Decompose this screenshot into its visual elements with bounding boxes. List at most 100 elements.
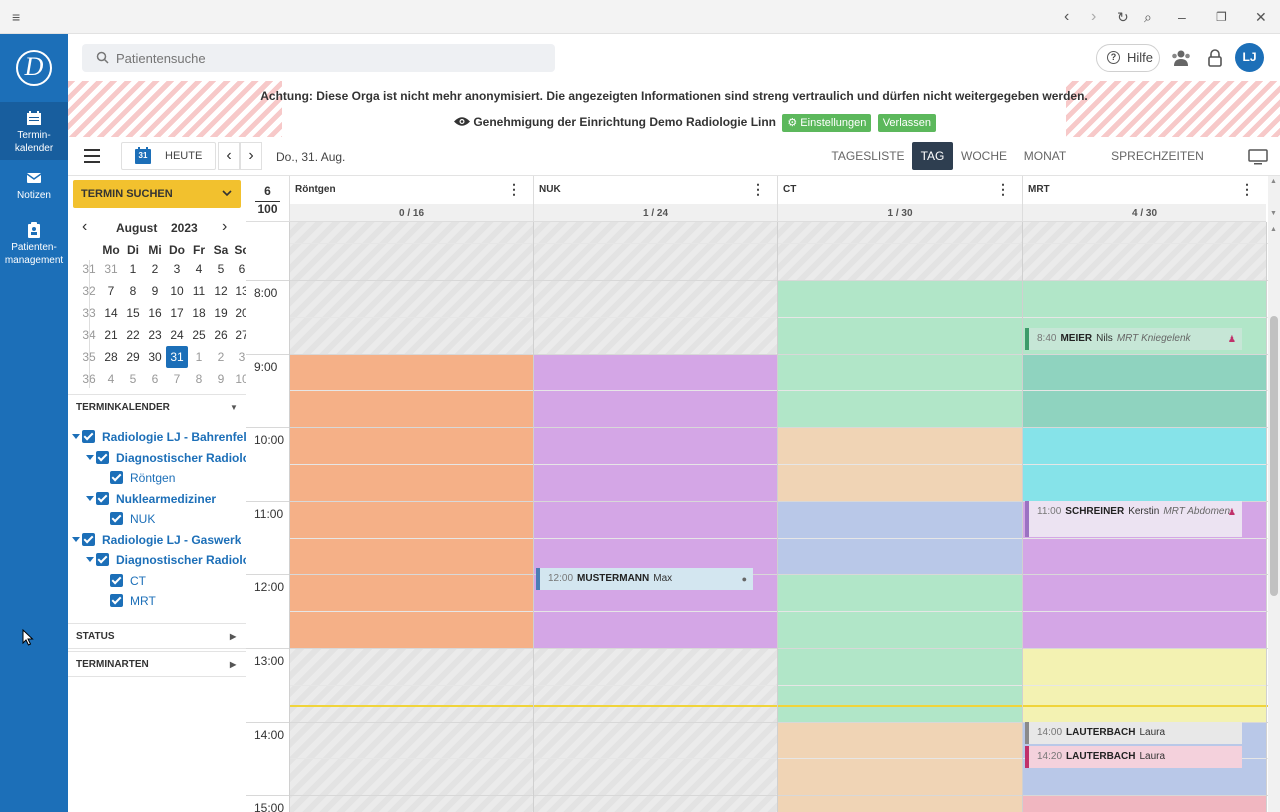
mini-cal-day[interactable]: 16 [144, 302, 166, 324]
help-button[interactable]: ? Hilfe [1096, 44, 1160, 72]
tree-checkbox[interactable] [96, 553, 109, 566]
scrollbar-thumb[interactable] [1270, 316, 1278, 596]
mini-cal-day[interactable]: 5 [122, 368, 144, 390]
section-terminarten[interactable]: TERMINARTEN ▶ [68, 651, 246, 677]
avatar[interactable]: LJ [1235, 43, 1264, 72]
appointment[interactable]: 8:40 MEIER Nils MRT Kniegelenk ♟ [1025, 328, 1242, 350]
section-terminkalender[interactable]: TERMINKALENDER ▼ [68, 394, 246, 420]
tree-caret-icon[interactable] [86, 454, 94, 460]
tree-label[interactable]: NUK [130, 511, 155, 527]
mini-cal-day[interactable]: 31 [100, 258, 122, 280]
prev-month-button[interactable]: ‹ [82, 218, 87, 236]
mini-cal-day[interactable]: 2 [210, 346, 232, 368]
scrollbar[interactable]: ▲ ▼ ▲ [1268, 176, 1280, 812]
mini-cal-day[interactable]: 30 [144, 346, 166, 368]
close-icon[interactable]: ✕ [1255, 8, 1267, 26]
tree-checkbox[interactable] [82, 532, 95, 546]
search-input[interactable] [116, 49, 536, 67]
tree-label[interactable]: Röntgen [130, 470, 175, 486]
mini-cal-day[interactable]: 31 [166, 346, 188, 368]
tree-label[interactable]: Diagnostischer Radiologe [116, 552, 246, 568]
tab-tag[interactable]: TAG [912, 142, 953, 170]
mini-cal-day[interactable]: 26 [210, 324, 232, 346]
search-icon[interactable]: ⌕ [1144, 8, 1152, 26]
mini-cal-day[interactable]: 5 [210, 258, 232, 280]
mini-cal-day[interactable]: 9 [210, 368, 232, 390]
restore-icon[interactable]: ❐ [1216, 8, 1227, 26]
monitor-icon[interactable] [1248, 149, 1268, 165]
find-appointment-button[interactable]: TERMIN SUCHEN [73, 180, 241, 208]
column-menu-icon[interactable]: ⋮ [507, 182, 521, 196]
tree-checkbox[interactable] [82, 430, 95, 443]
mini-cal-day[interactable]: 25 [188, 324, 210, 346]
back-icon[interactable]: ‹ [1064, 8, 1069, 26]
tree-caret-icon[interactable] [72, 434, 80, 439]
appointment[interactable]: 12:00 MUSTERMANN Max ● [536, 568, 753, 590]
lock-icon[interactable] [1208, 49, 1222, 67]
tree-checkbox[interactable] [110, 594, 123, 607]
mini-cal-day[interactable]: 28 [100, 346, 122, 368]
today-button[interactable]: 31 HEUTE [121, 142, 216, 170]
scroll-up-icon[interactable]: ▲ [1270, 178, 1277, 185]
tab-woche[interactable]: WOCHE [960, 142, 1008, 170]
column-menu-icon[interactable]: ⋮ [996, 182, 1010, 196]
appointment[interactable]: 11:00 SCHREINER Kerstin MRT Abdomen ♟ [1025, 501, 1242, 537]
mini-cal-day[interactable]: 29 [122, 346, 144, 368]
tree-label[interactable]: Radiologie LJ - Bahrenfeld [102, 429, 246, 445]
column-menu-icon[interactable]: ⋮ [1240, 182, 1254, 196]
mini-cal-day[interactable]: 4 [100, 368, 122, 390]
minimize-icon[interactable]: – [1178, 8, 1186, 26]
tree-label[interactable]: Nuklearmediziner [116, 491, 216, 507]
users-icon[interactable] [1171, 49, 1191, 67]
tree-checkbox[interactable] [96, 491, 109, 505]
mini-cal-day[interactable]: 21 [100, 324, 122, 346]
mini-cal-day[interactable]: 11 [188, 280, 210, 302]
mini-cal-day[interactable]: 3 [166, 258, 188, 280]
appointment[interactable]: 14:00 LAUTERBACH Laura [1025, 722, 1242, 744]
scroll-down-icon[interactable]: ▼ [1270, 210, 1277, 217]
next-day-button[interactable]: › [240, 142, 262, 170]
tab-monat[interactable]: MONAT [1020, 142, 1070, 170]
availability-block[interactable] [778, 721, 1022, 812]
forward-icon[interactable]: › [1091, 8, 1096, 26]
mini-cal-day[interactable]: 23 [144, 324, 166, 346]
mini-cal-day[interactable]: 12 [210, 280, 232, 302]
tree-label[interactable]: Diagnostischer Radiologe [116, 450, 246, 466]
tree-checkbox[interactable] [110, 471, 123, 484]
mini-cal-day[interactable]: 8 [122, 280, 144, 302]
tree-label[interactable]: MRT [130, 593, 156, 609]
mini-cal-day[interactable]: 4 [188, 258, 210, 280]
hamburger-icon[interactable]: ≡ [12, 8, 20, 26]
mini-cal-day[interactable]: 6 [144, 368, 166, 390]
mini-cal-day[interactable]: 10 [166, 280, 188, 302]
mini-cal-day[interactable]: 22 [122, 324, 144, 346]
mini-cal-day[interactable]: 2 [144, 258, 166, 280]
mini-cal-day[interactable]: 24 [166, 324, 188, 346]
tree-label[interactable]: CT [130, 573, 146, 589]
mini-cal-day[interactable]: 9 [144, 280, 166, 302]
tree-checkbox[interactable] [96, 450, 109, 464]
nav-item-terminkalender[interactable]: Termin- kalender [0, 102, 68, 160]
change-hours-button[interactable]: SPRECHZEITEN ÄNDERN [1090, 142, 1225, 191]
settings-button[interactable]: ⚙ Einstellungen [782, 114, 872, 132]
availability-block[interactable] [1023, 795, 1266, 812]
tree-caret-icon[interactable] [86, 495, 94, 501]
tree-checkbox[interactable] [110, 573, 123, 587]
column-menu-icon[interactable]: ⋮ [751, 182, 765, 196]
tree-checkbox[interactable] [110, 512, 123, 525]
tree-caret-icon[interactable] [72, 536, 80, 542]
appointment[interactable]: 14:20 LAUTERBACH Laura [1025, 746, 1242, 768]
mini-cal-day[interactable]: 1 [122, 258, 144, 280]
mini-cal-day[interactable]: 7 [100, 280, 122, 302]
mini-cal-day[interactable]: 18 [188, 302, 210, 324]
mini-cal-day[interactable]: 8 [188, 368, 210, 390]
next-month-button[interactable]: › [222, 218, 227, 236]
mini-cal-day[interactable]: 15 [122, 302, 144, 324]
scroll-up-icon[interactable]: ▲ [1270, 226, 1277, 233]
section-status[interactable]: STATUS ▶ [68, 623, 246, 649]
mini-cal-day[interactable]: 7 [166, 368, 188, 390]
mini-cal-day[interactable]: 14 [100, 302, 122, 324]
patient-search[interactable] [82, 44, 555, 72]
reload-icon[interactable]: ↻ [1117, 8, 1129, 26]
menu-icon[interactable] [84, 149, 100, 163]
